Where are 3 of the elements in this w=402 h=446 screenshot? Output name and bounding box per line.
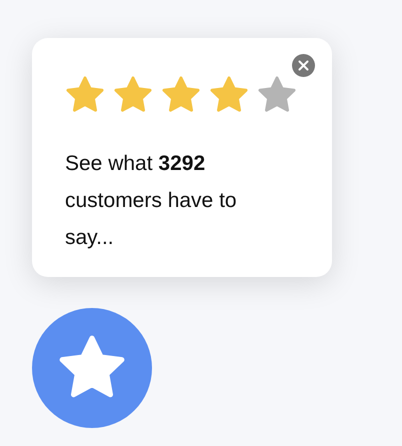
close-icon: [298, 60, 309, 71]
review-prompt: See what 3292 customers have to say...: [65, 151, 238, 251]
close-button[interactable]: [292, 54, 315, 77]
